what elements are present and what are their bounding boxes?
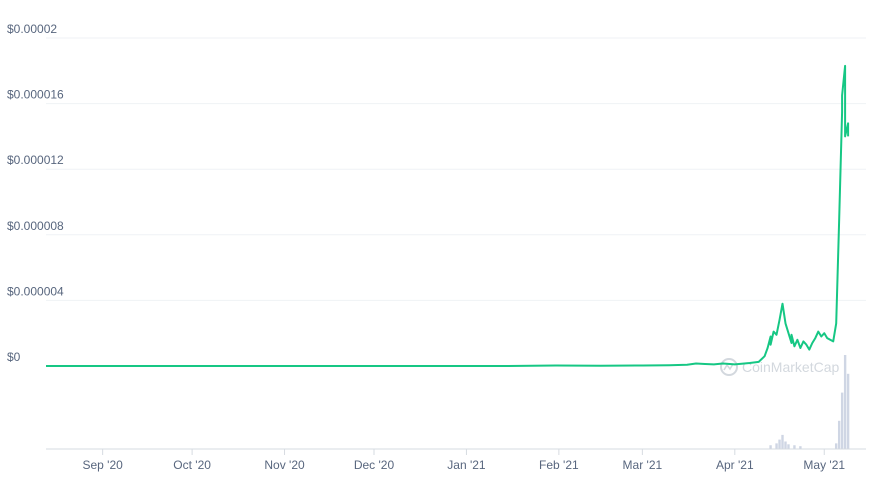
y-tick-label: $0.000012 [7,153,64,167]
price-chart[interactable]: $0 $0.000004 $0.000008 $0.000012 $0.000016 $0… [0,0,884,485]
volume-bar [846,373,850,449]
coinmarketcap-logo-icon [720,358,738,376]
y-tick-label: $0 [7,350,21,364]
y-tick-label: $0.000016 [7,88,64,102]
price-chart-svg: $0 $0.000004 $0.000008 $0.000012 $0.000016 $0… [7,22,866,472]
volume-bar [837,420,841,449]
x-tick-label: Mar '21 [623,458,663,472]
x-tick-label: Jan '21 [447,458,486,472]
volume-bar [834,443,838,449]
y-tick-label: $0.000008 [7,219,64,233]
volume-bar [781,434,784,449]
grid-layer [46,37,866,301]
price-line-layer [46,64,850,367]
x-axis-ticks: Sep '20 Oct '20 Nov '20 Dec '20 Jan '21 Feb '… [82,449,845,472]
x-tick-label: Apr '21 [716,458,754,472]
y-axis-ticks: $0 $0.000004 $0.000008 $0.000012 $0.000016 $0… [7,22,64,364]
y-tick-label: $0.000004 [7,284,64,298]
volume-bar [840,392,844,449]
volume-bar [778,439,781,449]
volume-bar [769,445,772,449]
volume-bar [793,445,796,449]
x-tick-label: Dec '20 [354,458,395,472]
volume-bar [784,441,787,449]
y-tick-label: $0.00002 [7,22,57,36]
x-tick-label: Nov '20 [264,458,305,472]
x-tick-label: Sep '20 [82,458,123,472]
volume-bar [787,444,790,449]
volume-bar [843,355,847,449]
x-tick-label: Oct '20 [173,458,211,472]
volume-bar [775,443,778,449]
x-tick-label: May '21 [803,458,845,472]
price-line [46,64,850,367]
x-tick-label: Feb '21 [539,458,579,472]
